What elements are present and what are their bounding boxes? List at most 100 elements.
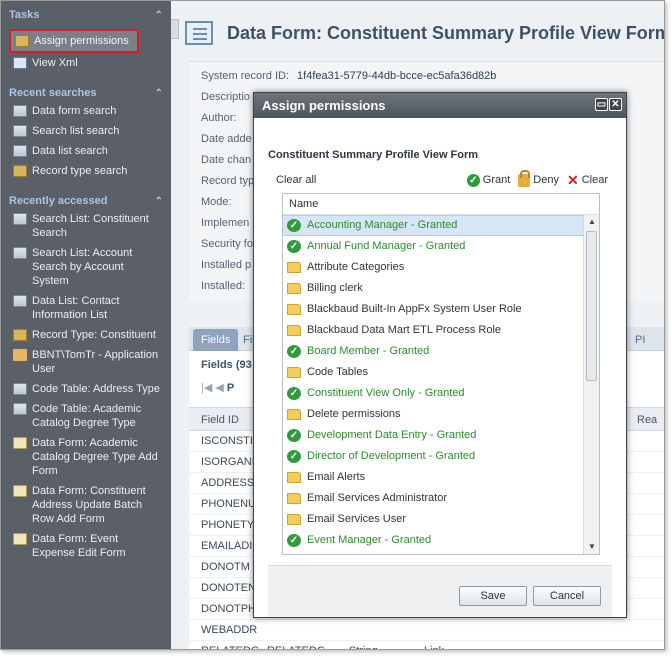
folder-icon [287, 262, 301, 273]
system-record-id-value: 1f4fea31-5779-44db-bcce-ec5afa36d82b [297, 70, 497, 82]
tab-right[interactable]: PI [627, 329, 653, 351]
save-button[interactable]: Save [459, 586, 527, 606]
list-item[interactable]: Billing clerk [283, 278, 583, 299]
list-item[interactable]: ✓ Director of Development - Granted [283, 446, 583, 467]
list-item-label: Code Tables [307, 366, 368, 378]
pager: |◀ ◀ P [201, 381, 234, 394]
collapse-up-icon[interactable]: ⌃ [155, 196, 163, 207]
tab-fields[interactable]: Fields [193, 329, 239, 351]
dialog-title-bar[interactable]: Assign permissions ▭ ✕ [254, 93, 626, 118]
first-page-icon[interactable]: |◀ [201, 382, 212, 394]
list-item-label: Email Services User [307, 513, 407, 525]
collapse-up-icon[interactable]: ⌃ [155, 10, 163, 21]
search-icon [13, 165, 27, 177]
list-item-label: Delete permissions [307, 408, 401, 420]
scroll-down-icon[interactable]: ▼ [584, 540, 599, 554]
list-item-label: Annual Fund Manager - Granted [307, 240, 466, 252]
sidebar-toggle[interactable] [171, 19, 179, 39]
grant-button[interactable]: ✓ Grant [466, 169, 510, 191]
granted-check-icon: ✓ [287, 345, 301, 358]
folder-icon [287, 409, 301, 420]
list-item-label: Attribute Categories [307, 261, 405, 273]
recent-item[interactable]: Data Form: Event Expense Edit Form [9, 529, 163, 563]
recent-item[interactable]: Data Form: Constituent Address Update Ba… [9, 481, 163, 529]
search-icon [13, 125, 27, 137]
list-item[interactable]: Email Services Administrator [283, 488, 583, 509]
restore-icon[interactable]: ▭ [595, 98, 608, 111]
cell-field-id: WEBADDR [201, 624, 258, 636]
granted-check-icon: ✓ [287, 450, 301, 463]
folder-icon [287, 283, 301, 294]
table-row[interactable]: WEBADDR [189, 620, 664, 641]
prop-label: Installed p [201, 259, 252, 271]
recent-item[interactable]: Data List: Contact Information List [9, 291, 163, 325]
page-header: Data Form: Constituent Summary Profile V… [185, 21, 664, 45]
task-view-xml-label: View Xml [32, 57, 78, 69]
deny-button[interactable]: Deny [518, 169, 559, 191]
recent-item[interactable]: Record Type: Constituent [9, 325, 163, 345]
cancel-button[interactable]: Cancel [533, 586, 601, 606]
list-item[interactable]: Attribute Categories [283, 257, 583, 278]
scroll-up-icon[interactable]: ▲ [584, 215, 599, 229]
recent-search-item[interactable]: Search list search [9, 121, 163, 141]
recent-item-label: Search List: Constituent Search [32, 213, 149, 239]
list-item[interactable]: Blackbaud Built-In AppFx System User Rol… [283, 299, 583, 320]
collapse-up-icon[interactable]: ⌃ [155, 88, 163, 99]
recent-item-label: BBNT\TomTr - Application User [32, 349, 159, 375]
list-item[interactable]: Email Services User [283, 509, 583, 530]
clear-label: Clear [581, 174, 608, 186]
list-item[interactable]: Blackbaud Data Mart ETL Process Role [283, 320, 583, 341]
recent-item[interactable]: Search List: Constituent Search [9, 209, 163, 243]
lock-icon [518, 169, 531, 187]
recent-item[interactable]: Code Table: Address Type [9, 379, 163, 399]
recent-item[interactable]: Data Form: Academic Catalog Degree Type … [9, 433, 163, 481]
prev-page-icon[interactable]: ◀ [215, 382, 223, 394]
tasks-heading[interactable]: Tasks ⌃ [9, 7, 163, 23]
recent-item[interactable]: BBNT\TomTr - Application User [9, 345, 163, 379]
list-header-name[interactable]: Name [283, 194, 599, 215]
clear-button[interactable]: ✕ Clear [567, 169, 608, 191]
cell-field-id: DONOTEN [201, 582, 256, 594]
granted-check-icon: ✓ [287, 534, 301, 547]
recent-search-item[interactable]: Data form search [9, 101, 163, 121]
vertical-scrollbar[interactable]: ▲ ▼ [583, 215, 599, 554]
list-item[interactable]: Delete permissions [283, 404, 583, 425]
prop-label: Descriptio [201, 91, 250, 103]
granted-check-icon: ✓ [287, 429, 301, 442]
task-assign-permissions-label: Assign permissions [34, 35, 129, 47]
clear-all-button[interactable]: Clear all [276, 169, 316, 191]
list-item[interactable]: Email Alerts [283, 467, 583, 488]
scroll-thumb[interactable] [586, 231, 597, 381]
list-item[interactable]: ✓ Constituent View Only - Granted [283, 383, 583, 404]
task-assign-permissions[interactable]: Assign permissions [15, 34, 133, 48]
list-item[interactable]: ✓ Annual Fund Manager - Granted [283, 236, 583, 257]
recently-accessed-heading[interactable]: Recently accessed ⌃ [9, 193, 163, 209]
list-rows: ✓ Accounting Manager - Granted ✓ Annual Fun… [283, 215, 583, 554]
list-item[interactable]: ✓ Accounting Manager - Granted [283, 215, 583, 236]
prop-label: Date adde [201, 133, 252, 145]
recently-accessed-heading-label: Recently accessed [9, 195, 108, 207]
recent-search-item[interactable]: Data list search [9, 141, 163, 161]
recent-item-label: Data Form: Event Expense Edit Form [32, 533, 126, 559]
tasks-heading-label: Tasks [9, 9, 40, 21]
prop-label: System record ID: [201, 70, 290, 82]
close-icon[interactable]: ✕ [609, 98, 622, 111]
list-item[interactable]: ✓ Board Member - Granted [283, 341, 583, 362]
search-icon [13, 145, 27, 157]
table-row[interactable]: RELATEDC... RELATEDC... String Link [189, 641, 664, 649]
list-item[interactable]: Code Tables [283, 362, 583, 383]
recent-item[interactable]: Search List: Account Search by Account S… [9, 243, 163, 291]
recent-search-label: Record type search [32, 165, 128, 177]
list-item[interactable]: ✓ Event Manager - Granted [283, 530, 583, 551]
recent-search-item[interactable]: Record type search [9, 161, 163, 181]
list-item-label: Constituent View Only - Granted [307, 387, 465, 399]
column-header-field-id[interactable]: Field ID [201, 408, 239, 432]
list-item-label: Billing clerk [307, 282, 363, 294]
list-item-label: Accounting Manager - Granted [307, 219, 458, 231]
document-icon [13, 437, 27, 449]
list-item[interactable]: ✓ Development Data Entry - Granted [283, 425, 583, 446]
column-header-right[interactable]: Rea [637, 408, 657, 432]
recent-item[interactable]: Code Table: Academic Catalog Degree Type [9, 399, 163, 433]
task-view-xml[interactable]: View Xml [9, 53, 163, 73]
recent-searches-heading[interactable]: Recent searches ⌃ [9, 85, 163, 101]
